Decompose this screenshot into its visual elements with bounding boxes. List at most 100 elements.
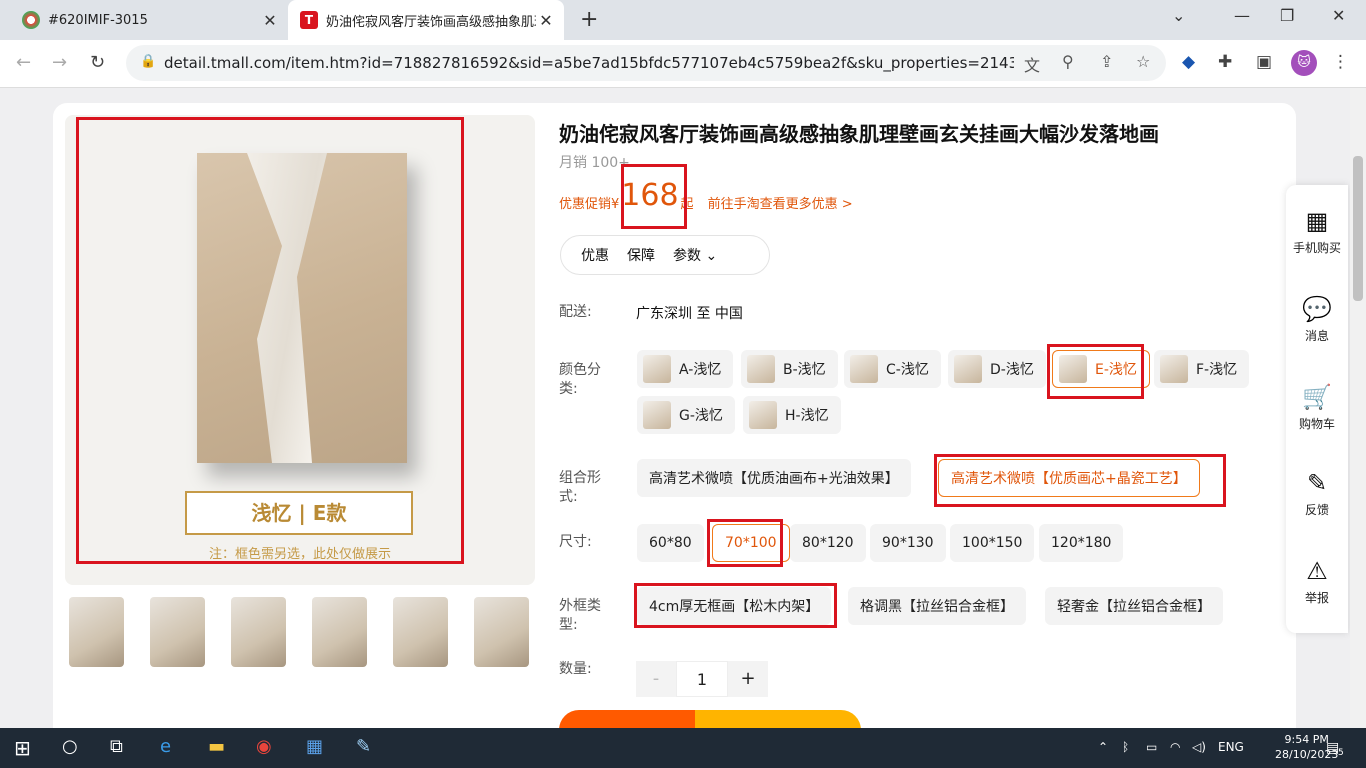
- color-option[interactable]: G-浅忆: [637, 396, 735, 434]
- profile-avatar[interactable]: 🐱: [1291, 50, 1317, 76]
- back-icon[interactable]: ←: [16, 52, 31, 73]
- qty-input[interactable]: 1: [676, 661, 728, 697]
- color-option[interactable]: A-浅忆: [637, 350, 734, 388]
- tab-discount[interactable]: 优惠: [581, 245, 609, 265]
- address-bar[interactable]: 🔒 detail.tmall.com/item.htm?id=718827816…: [126, 45, 1166, 81]
- qr-code-icon: ▦: [1305, 207, 1329, 235]
- side-item-mobile-buy[interactable]: ▦ 手机购买: [1286, 207, 1348, 256]
- color-option[interactable]: C-浅忆: [844, 350, 941, 388]
- size-option[interactable]: 100*150: [950, 524, 1035, 562]
- bluetooth-icon[interactable]: ᛒ: [1122, 740, 1129, 754]
- side-panel-icon[interactable]: ▣: [1256, 52, 1272, 72]
- promo-link[interactable]: 前往手淘查看更多优惠 >: [708, 193, 853, 212]
- delivery-value[interactable]: 广东深圳 至 中国: [636, 303, 743, 323]
- close-tab-icon[interactable]: ✕: [536, 11, 556, 30]
- wifi-icon[interactable]: ◠: [1170, 740, 1180, 754]
- translate-icon[interactable]: 文: [1024, 52, 1040, 76]
- close-window-icon[interactable]: ✕: [1332, 6, 1345, 25]
- language-indicator[interactable]: ENG: [1218, 740, 1244, 754]
- minimize-icon[interactable]: —: [1234, 6, 1250, 25]
- size-option[interactable]: 120*180: [1039, 524, 1124, 562]
- option-label: C-浅忆: [886, 362, 929, 378]
- color-option[interactable]: D-浅忆: [948, 350, 1046, 388]
- tray-chevron-icon[interactable]: ⌃: [1098, 740, 1108, 754]
- size-option[interactable]: 90*130: [870, 524, 946, 562]
- close-tab-icon[interactable]: ✕: [260, 11, 280, 30]
- highlight-box-price: [621, 164, 687, 229]
- tab-guarantee[interactable]: 保障: [627, 245, 655, 265]
- windows-taskbar: ⊞ ○ ⧉ e ▬ ◉ ▦ ✎ ⌃ ᛒ ▭ ◠ ◁) ENG 9:54 PM 2…: [0, 728, 1366, 768]
- menu-kebab-icon[interactable]: ⋮: [1332, 52, 1349, 72]
- paint-icon[interactable]: ✎: [356, 736, 371, 757]
- quantity-stepper: - 1 +: [636, 661, 768, 697]
- side-item-cart[interactable]: 🛒 购物车: [1286, 383, 1348, 432]
- price-prefix: 优惠促销¥: [559, 197, 620, 212]
- thumbnail[interactable]: [312, 597, 367, 667]
- restore-icon[interactable]: ❐: [1280, 6, 1294, 25]
- puzzle-extensions-icon[interactable]: ✚: [1218, 52, 1232, 72]
- side-item-messages[interactable]: 💬 消息: [1286, 295, 1348, 344]
- page-scrollbar[interactable]: [1350, 88, 1366, 728]
- tmall-favicon-icon: T: [300, 11, 318, 29]
- frame-option[interactable]: 格调黑【拉丝铝合金框】: [848, 587, 1026, 625]
- share-icon[interactable]: ⇪: [1100, 52, 1113, 71]
- highlight-box-frame: [634, 583, 837, 628]
- swatch-image: [749, 401, 777, 429]
- new-tab-button[interactable]: +: [580, 7, 598, 32]
- thumbnail[interactable]: [474, 597, 529, 667]
- color-option[interactable]: H-浅忆: [743, 396, 841, 434]
- thumbnail[interactable]: [150, 597, 205, 667]
- task-view-icon[interactable]: ⧉: [110, 736, 123, 757]
- swatch-image: [954, 355, 982, 383]
- page-viewport: 浅忆 | E款 注：框色需另选，此处仅做展示 奶油侘寂风客厅装饰画高级感抽象肌理…: [0, 88, 1350, 728]
- highlight-box-size: [707, 519, 783, 567]
- tab-search-icon[interactable]: ⌄: [1172, 6, 1185, 25]
- monthly-sales: 月销 100+: [559, 155, 630, 171]
- swatch-image: [643, 355, 671, 383]
- qty-plus-button[interactable]: +: [728, 661, 768, 697]
- delivery-label: 配送:: [559, 304, 592, 320]
- thumbnail[interactable]: [69, 597, 124, 667]
- browser-toolbar: ← → ↻ 🔒 detail.tmall.com/item.htm?id=718…: [0, 40, 1366, 88]
- color-option[interactable]: B-浅忆: [741, 350, 838, 388]
- frame-option[interactable]: 轻奢金【拉丝铝合金框】: [1045, 587, 1223, 625]
- search-circle-icon[interactable]: ○: [62, 736, 78, 757]
- side-item-report[interactable]: ⚠ 举报: [1286, 557, 1348, 606]
- highlight-box-color: [1047, 344, 1144, 399]
- start-windows-icon[interactable]: ⊞: [14, 736, 31, 760]
- zoom-icon[interactable]: ⚲: [1062, 52, 1074, 71]
- edge-icon[interactable]: e: [160, 736, 171, 757]
- qty-minus-button[interactable]: -: [636, 661, 676, 697]
- browser-tab-strip: #620IMIF-3015 ✕ T 奶油侘寂风客厅装饰画高级感抽象肌理壁画玄关挂…: [0, 0, 1366, 40]
- size-option[interactable]: 60*80: [637, 524, 704, 562]
- swatch-image: [1160, 355, 1188, 383]
- combo-option[interactable]: 高清艺术微喷【优质油画布+光油效果】: [637, 459, 911, 497]
- bookmark-star-icon[interactable]: ☆: [1136, 52, 1150, 71]
- tab-active[interactable]: T 奶油侘寂风客厅装饰画高级感抽象肌理壁画玄关挂画大幅沙发落地画 ✕: [288, 0, 564, 40]
- side-item-label: 消息: [1304, 329, 1329, 343]
- scrollbar-thumb[interactable]: [1353, 156, 1363, 301]
- battery-icon[interactable]: ▭: [1146, 740, 1157, 754]
- thumbnail[interactable]: [393, 597, 448, 667]
- reload-icon[interactable]: ↻: [90, 52, 105, 73]
- tab-params[interactable]: 参数 ⌄: [673, 245, 717, 265]
- extension-icon[interactable]: ◆: [1182, 52, 1195, 72]
- forward-icon[interactable]: →: [52, 52, 67, 73]
- side-panel: ▦ 手机购买 💬 消息 🛒 购物车 ✎ 反馈 ⚠ 举报: [1286, 185, 1348, 633]
- side-item-feedback[interactable]: ✎ 反馈: [1286, 469, 1348, 518]
- lock-icon[interactable]: 🔒: [140, 54, 156, 69]
- size-option[interactable]: 80*120: [790, 524, 866, 562]
- warning-icon: ⚠: [1306, 557, 1328, 585]
- color-option[interactable]: F-浅忆: [1154, 350, 1250, 388]
- cart-icon: 🛒: [1302, 383, 1332, 411]
- store-icon[interactable]: ▦: [306, 736, 323, 757]
- chrome-icon[interactable]: ◉: [256, 736, 272, 757]
- side-item-label: 反馈: [1304, 503, 1329, 517]
- url-text[interactable]: detail.tmall.com/item.htm?id=71882781659…: [164, 54, 1014, 72]
- tab-inactive[interactable]: #620IMIF-3015 ✕: [10, 0, 288, 40]
- volume-icon[interactable]: ◁): [1192, 740, 1206, 754]
- file-explorer-icon[interactable]: ▬: [208, 736, 225, 757]
- buy-buttons[interactable]: [559, 710, 861, 728]
- tab-favicon-icon: [22, 11, 40, 29]
- thumbnail[interactable]: [231, 597, 286, 667]
